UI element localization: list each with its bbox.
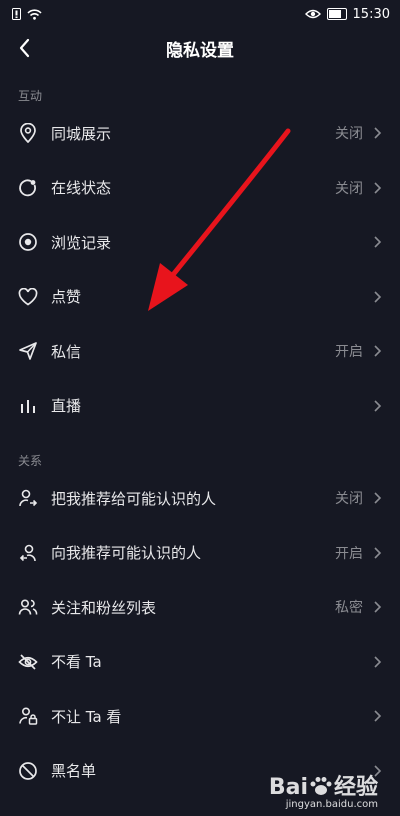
chevron-right-icon — [373, 181, 382, 195]
nav-bar: 隐私设置 — [0, 28, 400, 68]
block-icon — [18, 761, 38, 781]
row-label: 直播 — [51, 397, 82, 416]
row-value: 关闭 — [335, 491, 363, 508]
user-recommend-icon — [18, 543, 38, 563]
battery-icon — [326, 8, 347, 20]
chevron-right-icon — [373, 126, 382, 140]
location-pin-icon — [18, 123, 38, 144]
row-value: 开启 — [335, 545, 363, 562]
row-live[interactable]: 直播 — [0, 379, 400, 434]
page-title: 隐私设置 — [166, 40, 234, 61]
row-label: 向我推荐可能认识的人 — [51, 544, 202, 563]
eye-comfort-icon — [304, 9, 321, 19]
chevron-right-icon — [373, 709, 382, 723]
heart-icon — [18, 287, 38, 307]
watermark-logo: Bai 经验 — [269, 769, 378, 801]
row-label: 把我推荐给可能认识的人 — [51, 489, 217, 508]
watermark-url: jingyan.baidu.com — [285, 799, 378, 810]
wifi-icon — [27, 8, 42, 20]
row-follow-fans-list[interactable]: 关注和粉丝列表 私密 — [0, 580, 400, 635]
status-time: 15:30 — [352, 6, 390, 22]
chevron-right-icon — [373, 546, 382, 560]
row-city-display[interactable]: 同城展示 关闭 — [0, 106, 400, 161]
row-hide-from-them[interactable]: 不让 Ta 看 — [0, 689, 400, 744]
chevron-right-icon — [373, 655, 382, 669]
bars-icon — [18, 396, 38, 416]
status-bar: 15:30 — [0, 0, 400, 28]
chevron-right-icon — [373, 491, 382, 505]
chevron-right-icon — [373, 344, 382, 358]
row-label: 不看 Ta — [51, 653, 102, 672]
chevron-right-icon — [373, 399, 382, 413]
row-label: 在线状态 — [51, 179, 112, 198]
row-recommend-to-me[interactable]: 向我推荐可能认识的人 开启 — [0, 526, 400, 581]
row-dont-see-them[interactable]: 不看 Ta — [0, 635, 400, 690]
user-lock-icon — [18, 706, 38, 726]
row-likes[interactable]: 点赞 — [0, 270, 400, 325]
row-value: 私密 — [335, 600, 363, 617]
chevron-right-icon — [373, 290, 382, 304]
row-online-status[interactable]: 在线状态 关闭 — [0, 161, 400, 216]
row-label: 浏览记录 — [51, 233, 112, 252]
row-value: 关闭 — [335, 180, 363, 197]
row-label: 同城展示 — [51, 124, 112, 143]
row-label: 私信 — [51, 342, 82, 361]
back-arrow-icon[interactable] — [14, 36, 38, 60]
row-direct-message[interactable]: 私信 开启 — [0, 324, 400, 379]
paw-icon — [308, 775, 334, 797]
section-label-relations: 关系 — [18, 454, 43, 468]
row-label: 不让 Ta 看 — [51, 707, 122, 726]
row-label: 点赞 — [51, 288, 82, 307]
online-status-icon — [18, 178, 38, 198]
user-share-icon — [18, 488, 38, 508]
section-label-interaction: 互动 — [18, 89, 43, 103]
paper-plane-icon — [18, 341, 38, 361]
eye-icon — [18, 232, 38, 252]
row-browse-history[interactable]: 浏览记录 — [0, 215, 400, 270]
watermark-brand-2: 经验 — [333, 775, 378, 800]
row-value: 关闭 — [335, 126, 363, 143]
chevron-right-icon — [373, 600, 382, 614]
users-icon — [18, 597, 38, 617]
baidu-jingyan-watermark: Bai 经验 jingyan.baidu.com — [269, 769, 378, 810]
row-recommend-me-to-others[interactable]: 把我推荐给可能认识的人 关闭 — [0, 471, 400, 526]
eye-off-icon — [18, 652, 38, 672]
notification-icon — [12, 8, 21, 20]
row-value: 开启 — [335, 344, 363, 361]
chevron-right-icon — [373, 235, 382, 249]
row-label: 关注和粉丝列表 — [51, 598, 157, 617]
watermark-brand: Bai — [268, 775, 308, 800]
